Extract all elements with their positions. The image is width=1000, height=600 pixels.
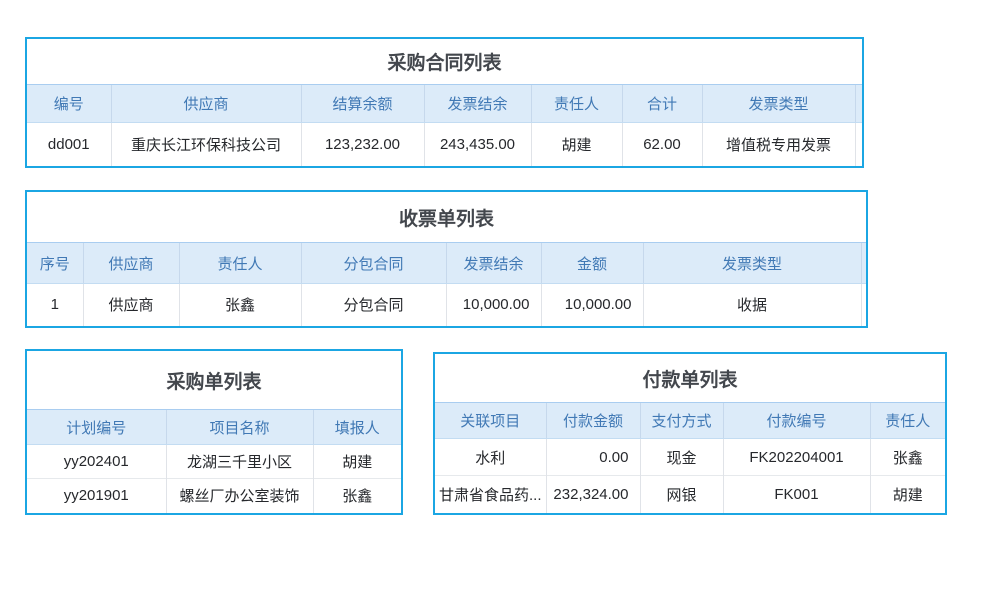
cell-reporter: 张鑫 [313,479,401,513]
column-header: 序号 [27,243,83,284]
receipt-table: 收票单列表 序号 供应商 责任人 分包合同 发票结余 金额 发票类型 1 供应商… [25,190,868,328]
column-header: 金额 [541,243,643,284]
cell-owner: 张鑫 [179,284,301,326]
column-header: 付款编号 [723,403,870,439]
cell-invoice-type: 收据 [643,284,861,326]
cell-owner: 胡建 [531,123,622,166]
cell-pay-method: 网银 [640,476,723,513]
receipt-grid: 序号 供应商 责任人 分包合同 发票结余 金额 发票类型 1 供应商 张鑫 分包… [27,242,866,326]
column-header: 编号 [27,85,111,123]
cell-owner: 张鑫 [870,439,945,476]
column-header: 计划编号 [27,410,166,445]
cell-owner: 胡建 [870,476,945,513]
cell-total: 62.00 [622,123,702,166]
column-header: 合计 [622,85,702,123]
cell-plan-code: yy202401 [27,445,166,479]
filler-column [861,243,866,284]
cell-amount: 10,000.00 [541,284,643,326]
column-header: 发票类型 [702,85,855,123]
cell-pay-code: FK202204001 [723,439,870,476]
purchase-order-grid: 计划编号 项目名称 填报人 yy202401 龙湖三千里小区 胡建 yy2019… [27,409,401,513]
column-header: 发票结余 [446,243,541,284]
header-row: 序号 供应商 责任人 分包合同 发票结余 金额 发票类型 [27,243,866,284]
cell-invoice-balance: 10,000.00 [446,284,541,326]
cell-subcontract: 分包合同 [301,284,446,326]
header-row: 计划编号 项目名称 填报人 [27,410,401,445]
cell-plan-code: yy201901 [27,479,166,513]
cell-code: dd001 [27,123,111,166]
cell-supplier: 供应商 [83,284,179,326]
cell-pay-amount: 0.00 [546,439,640,476]
table-row[interactable]: yy202401 龙湖三千里小区 胡建 [27,445,401,479]
payment-grid: 关联项目 付款金额 支付方式 付款编号 责任人 水利 0.00 现金 FK202… [435,402,945,513]
payment-title: 付款单列表 [435,354,945,402]
column-header: 填报人 [313,410,401,445]
purchase-order-title: 采购单列表 [27,351,401,409]
cell-pay-method: 现金 [640,439,723,476]
column-header: 责任人 [870,403,945,439]
cell-settle-balance: 123,232.00 [301,123,424,166]
cell-supplier: 重庆长江环保科技公司 [111,123,301,166]
column-header: 支付方式 [640,403,723,439]
purchase-order-table: 采购单列表 计划编号 项目名称 填报人 yy202401 龙湖三千里小区 胡建 … [25,349,403,515]
column-header: 供应商 [83,243,179,284]
table-row[interactable]: 水利 0.00 现金 FK202204001 张鑫 [435,439,945,476]
purchase-contract-title: 采购合同列表 [27,39,862,84]
column-header: 责任人 [179,243,301,284]
cell-invoice-type: 增值税专用发票 [702,123,855,166]
column-header: 结算余额 [301,85,424,123]
cell-reporter: 胡建 [313,445,401,479]
cell-pay-code: FK001 [723,476,870,513]
table-row[interactable]: 1 供应商 张鑫 分包合同 10,000.00 10,000.00 收据 [27,284,866,326]
column-header: 付款金额 [546,403,640,439]
receipt-title: 收票单列表 [27,192,866,242]
cell-pay-amount: 232,324.00 [546,476,640,513]
column-header: 发票结余 [424,85,531,123]
table-row[interactable]: 甘肃省食品药... 232,324.00 网银 FK001 胡建 [435,476,945,513]
cell-project-name: 螺丝厂办公室装饰 [166,479,313,513]
filler-cell [855,123,862,166]
cell-invoice-balance: 243,435.00 [424,123,531,166]
cell-project-name: 龙湖三千里小区 [166,445,313,479]
header-row: 编号 供应商 结算余额 发票结余 责任人 合计 发票类型 [27,85,862,123]
header-row: 关联项目 付款金额 支付方式 付款编号 责任人 [435,403,945,439]
table-row[interactable]: dd001 重庆长江环保科技公司 123,232.00 243,435.00 胡… [27,123,862,166]
cell-index: 1 [27,284,83,326]
payment-table: 付款单列表 关联项目 付款金额 支付方式 付款编号 责任人 水利 0.00 现金… [433,352,947,515]
purchase-contract-grid: 编号 供应商 结算余额 发票结余 责任人 合计 发票类型 dd001 重庆长江环… [27,84,862,166]
column-header: 关联项目 [435,403,546,439]
table-row[interactable]: yy201901 螺丝厂办公室装饰 张鑫 [27,479,401,513]
column-header: 责任人 [531,85,622,123]
column-header: 项目名称 [166,410,313,445]
column-header: 供应商 [111,85,301,123]
filler-column [855,85,862,123]
cell-related-project: 水利 [435,439,546,476]
purchase-contract-table: 采购合同列表 编号 供应商 结算余额 发票结余 责任人 合计 发票类型 dd00… [25,37,864,168]
filler-cell [861,284,866,326]
column-header: 发票类型 [643,243,861,284]
cell-related-project: 甘肃省食品药... [435,476,546,513]
column-header: 分包合同 [301,243,446,284]
